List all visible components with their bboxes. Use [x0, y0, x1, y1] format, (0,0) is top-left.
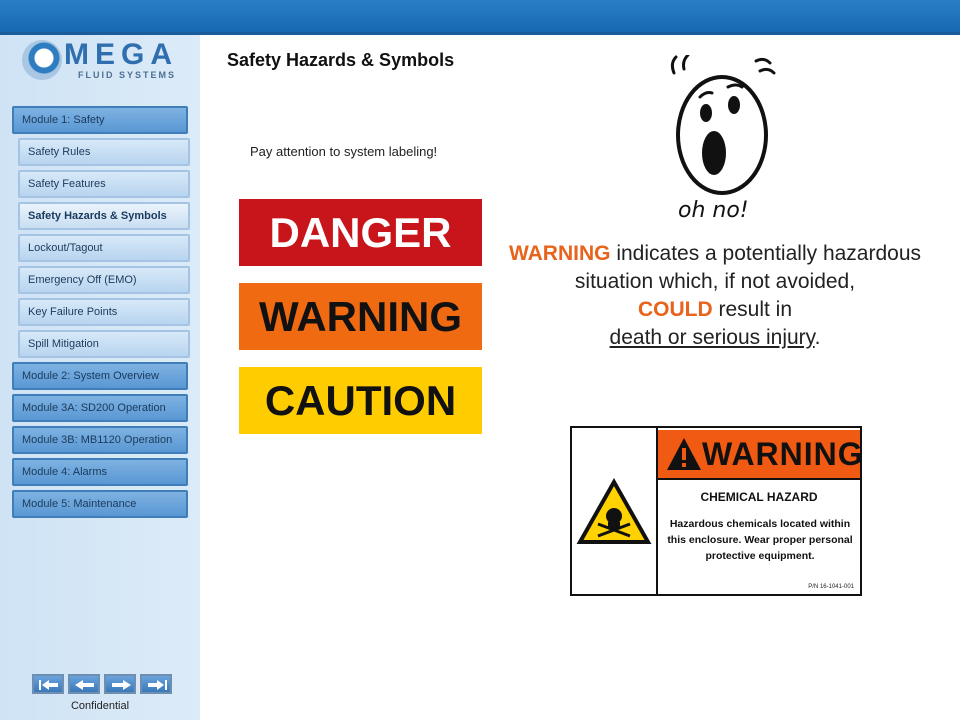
label-body-text: Hazardous chemicals located within this … — [667, 518, 853, 562]
label-chemical-title: CHEMICAL HAZARD — [700, 490, 818, 504]
msg-period: . — [814, 326, 821, 349]
label-part-number: P/N 16-1041-001 — [808, 584, 854, 590]
company-logo: MEGA FLUID SYSTEMS — [20, 38, 180, 88]
sidebar-item-key-failure-points[interactable]: Key Failure Points — [18, 298, 190, 326]
next-icon — [112, 680, 131, 690]
first-icon — [39, 680, 58, 690]
oh-no-face-icon: oh no! — [670, 55, 776, 223]
sidebar-item-module-3a[interactable]: Module 3A: SD200 Operation — [12, 394, 188, 422]
sidebar-item-safety-hazards-symbols[interactable]: Safety Hazards & Symbols — [18, 202, 190, 230]
previous-icon — [75, 680, 94, 690]
sidebar-item-lockout-tagout[interactable]: Lockout/Tagout — [18, 234, 190, 262]
sidebar-item-spill-mitigation[interactable]: Spill Mitigation — [18, 330, 190, 358]
confidential-label: Confidential — [70, 700, 130, 712]
label-header-text: WARNING — [702, 436, 864, 472]
msg-warning-word: WARNING — [508, 242, 611, 265]
top-bar — [0, 0, 960, 35]
previous-button[interactable] — [68, 674, 100, 694]
warning-sign: WARNING — [239, 283, 482, 350]
danger-sign: DANGER — [239, 199, 482, 266]
first-button[interactable] — [32, 674, 64, 694]
msg-text-1: indicates a potentially hazardous situat… — [574, 242, 922, 293]
face-caption: oh no! — [678, 198, 749, 223]
msg-death-injury: death or serious injury — [609, 326, 815, 349]
last-button[interactable] — [140, 674, 172, 694]
label-header: WARNING — [658, 430, 863, 480]
msg-text-2: result in — [712, 298, 793, 321]
labeling-note: Pay attention to system labeling! — [250, 144, 438, 159]
logo-ring-icon — [22, 40, 62, 80]
logo-subtitle: FLUID SYSTEMS — [78, 70, 177, 80]
sidebar-item-safety-rules[interactable]: Safety Rules — [18, 138, 190, 166]
chemical-hazard-label: WARNING CHEMICAL HAZARD Hazardous chemic… — [570, 426, 863, 596]
caution-sign: CAUTION — [239, 367, 482, 434]
next-button[interactable] — [104, 674, 136, 694]
sidebar-item-module-2[interactable]: Module 2: System Overview — [12, 362, 188, 390]
sidebar-item-module-4[interactable]: Module 4: Alarms — [12, 458, 188, 486]
sidebar-item-safety-features[interactable]: Safety Features — [18, 170, 190, 198]
sidebar-item-module-5[interactable]: Module 5: Maintenance — [12, 490, 188, 518]
sidebar-item-emergency-off[interactable]: Emergency Off (EMO) — [18, 266, 190, 294]
sidebar-item-module-3b[interactable]: Module 3B: MB1120 Operation — [12, 426, 188, 454]
logo-name: MEGA — [64, 38, 178, 71]
last-icon — [148, 680, 167, 690]
warning-triangle-icon — [667, 438, 701, 470]
label-left-panel — [572, 428, 658, 594]
msg-could-word: COULD — [637, 298, 713, 321]
warning-message: WARNING indicates a potentially hazardou… — [505, 240, 925, 352]
sidebar-item-module-1[interactable]: Module 1: Safety — [12, 106, 188, 134]
page-title: Safety Hazards & Symbols — [227, 50, 455, 70]
toxic-triangle-icon — [576, 477, 652, 544]
